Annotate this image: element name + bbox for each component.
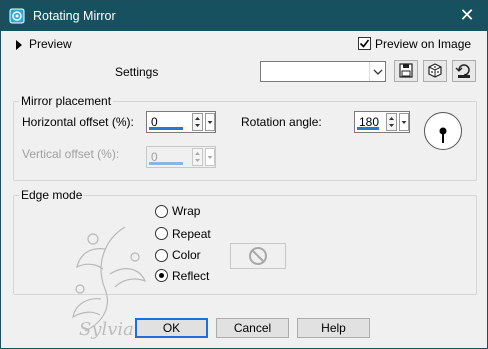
preview-on-image-checkbox[interactable] (358, 37, 371, 50)
edge-mode-reflect-label[interactable]: Reflect (172, 269, 209, 283)
edge-mode-repeat-radio[interactable] (155, 227, 168, 240)
floppy-disk-icon (395, 63, 417, 84)
horizontal-offset-spinner[interactable]: 0 (146, 111, 216, 133)
mirror-placement-heading: Mirror placement (19, 94, 114, 108)
edge-color-swatch[interactable] (230, 243, 286, 269)
settings-dropdown[interactable] (260, 61, 386, 82)
reset-icon (453, 64, 475, 84)
edge-mode-color-label[interactable]: Color (172, 248, 201, 262)
horizontal-offset-dropdown[interactable] (205, 113, 215, 131)
edge-mode-repeat-label[interactable]: Repeat (172, 227, 211, 241)
rotation-angle-dial[interactable] (424, 112, 462, 150)
ok-button[interactable]: OK (135, 318, 208, 338)
dice-icon (424, 63, 446, 84)
rotating-mirror-dialog: Rotating Mirror ✕ Preview Preview on Ima… (0, 0, 488, 349)
preview-toggle[interactable]: Preview (29, 37, 72, 51)
expand-arrow-icon[interactable] (15, 39, 23, 53)
edge-mode-reflect-radio[interactable] (155, 269, 168, 282)
horizontal-offset-label: Horizontal offset (%): (22, 115, 134, 129)
close-button[interactable]: ✕ (447, 1, 487, 31)
settings-label: Settings (115, 65, 159, 79)
rotation-angle-slider-bar[interactable] (357, 127, 379, 130)
cancel-button[interactable]: Cancel (216, 318, 289, 338)
horizontal-offset-slider-bar[interactable] (149, 127, 183, 130)
window-title: Rotating Mirror (33, 9, 116, 23)
horizontal-offset-updown[interactable] (192, 113, 203, 131)
app-icon (9, 8, 25, 24)
reset-button[interactable] (452, 60, 476, 82)
edge-mode-wrap-label[interactable]: Wrap (172, 204, 200, 218)
edge-mode-wrap-radio[interactable] (155, 205, 168, 218)
rotation-angle-label: Rotation angle: (241, 115, 322, 129)
save-preset-button[interactable] (394, 60, 418, 82)
vertical-offset-label: Vertical offset (%): (22, 147, 120, 161)
edge-mode-color-radio[interactable] (155, 249, 168, 262)
edge-mode-heading: Edge mode (19, 188, 85, 202)
rotation-angle-dropdown[interactable] (399, 113, 409, 131)
help-button[interactable]: Help (297, 318, 370, 338)
vertical-offset-dropdown[interactable] (205, 148, 215, 166)
rotation-angle-updown[interactable] (386, 113, 397, 131)
vertical-offset-spinner[interactable]: 0 (146, 146, 216, 168)
randomize-button[interactable] (423, 60, 447, 82)
prohibited-icon (249, 247, 267, 265)
dial-needle-icon (439, 127, 447, 143)
vertical-offset-updown[interactable] (192, 148, 203, 166)
chevron-down-icon[interactable] (369, 62, 385, 81)
vertical-offset-slider-bar[interactable] (149, 162, 183, 165)
preview-on-image-label: Preview on Image (375, 37, 472, 51)
rotation-angle-spinner[interactable]: 180 (354, 111, 410, 133)
title-bar: Rotating Mirror ✕ (1, 1, 487, 31)
